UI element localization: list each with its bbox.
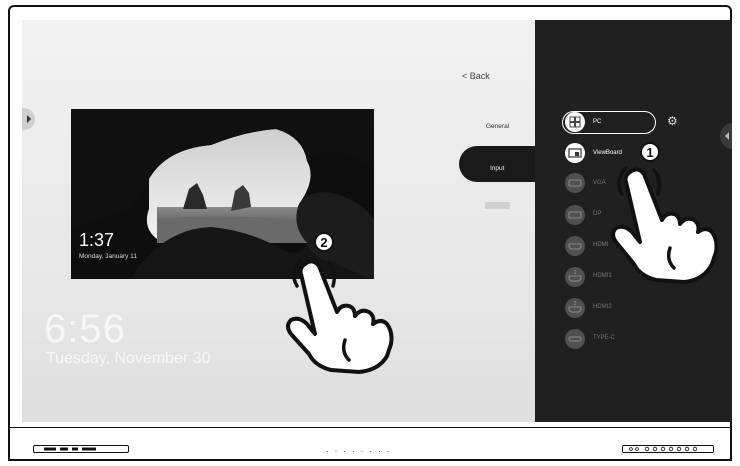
pointing-hand-icon — [611, 166, 719, 284]
menu-item-input-highlight[interactable] — [459, 146, 539, 182]
front-ports-left — [33, 445, 129, 453]
callout-badge-2: 2 — [314, 232, 334, 252]
hdmi2-port-icon[interactable]: 2 — [565, 298, 585, 318]
displayport-icon[interactable] — [565, 205, 585, 225]
pc-windows-icon[interactable] — [565, 112, 585, 132]
speaker-dots: ········ — [326, 447, 396, 456]
svg-text:2: 2 — [574, 301, 577, 307]
preview-clock: 1:37 — [79, 230, 115, 250]
source-label-hdmi2[interactable]: HDMI2 — [593, 304, 612, 310]
settings-gear-icon[interactable]: ⚙ — [667, 114, 678, 128]
pointing-hand-icon — [286, 258, 394, 374]
menu-item-placeholder[interactable] — [485, 202, 510, 209]
svg-text:1: 1 — [574, 270, 577, 276]
menu-item-input-label[interactable]: Input — [490, 165, 504, 172]
type-c-port-icon[interactable] — [565, 329, 585, 349]
menu-item-general[interactable]: General — [486, 123, 509, 130]
back-button[interactable]: < Back — [462, 71, 490, 81]
hdmi1-port-icon[interactable]: 1 — [565, 267, 585, 287]
hdmi-port-icon[interactable] — [565, 236, 585, 256]
front-ports-right — [622, 445, 714, 453]
desktop-clock: 6:56 — [44, 307, 126, 351]
viewboard-icon[interactable] — [565, 143, 585, 163]
left-side-toolbar-tab[interactable] — [22, 108, 35, 130]
source-label-pc[interactable]: PC — [593, 119, 601, 125]
vga-port-icon[interactable] — [565, 173, 585, 193]
desktop-date: Tuesday, November 30 — [46, 350, 211, 367]
callout-badge-1: 1 — [640, 142, 660, 162]
right-side-toolbar-tab[interactable] — [720, 123, 732, 149]
source-label-viewboard[interactable]: ViewBoard — [593, 150, 622, 156]
preview-date: Monday, January 11 — [79, 253, 137, 260]
source-label-type-c[interactable]: TYPE-C — [593, 335, 615, 341]
